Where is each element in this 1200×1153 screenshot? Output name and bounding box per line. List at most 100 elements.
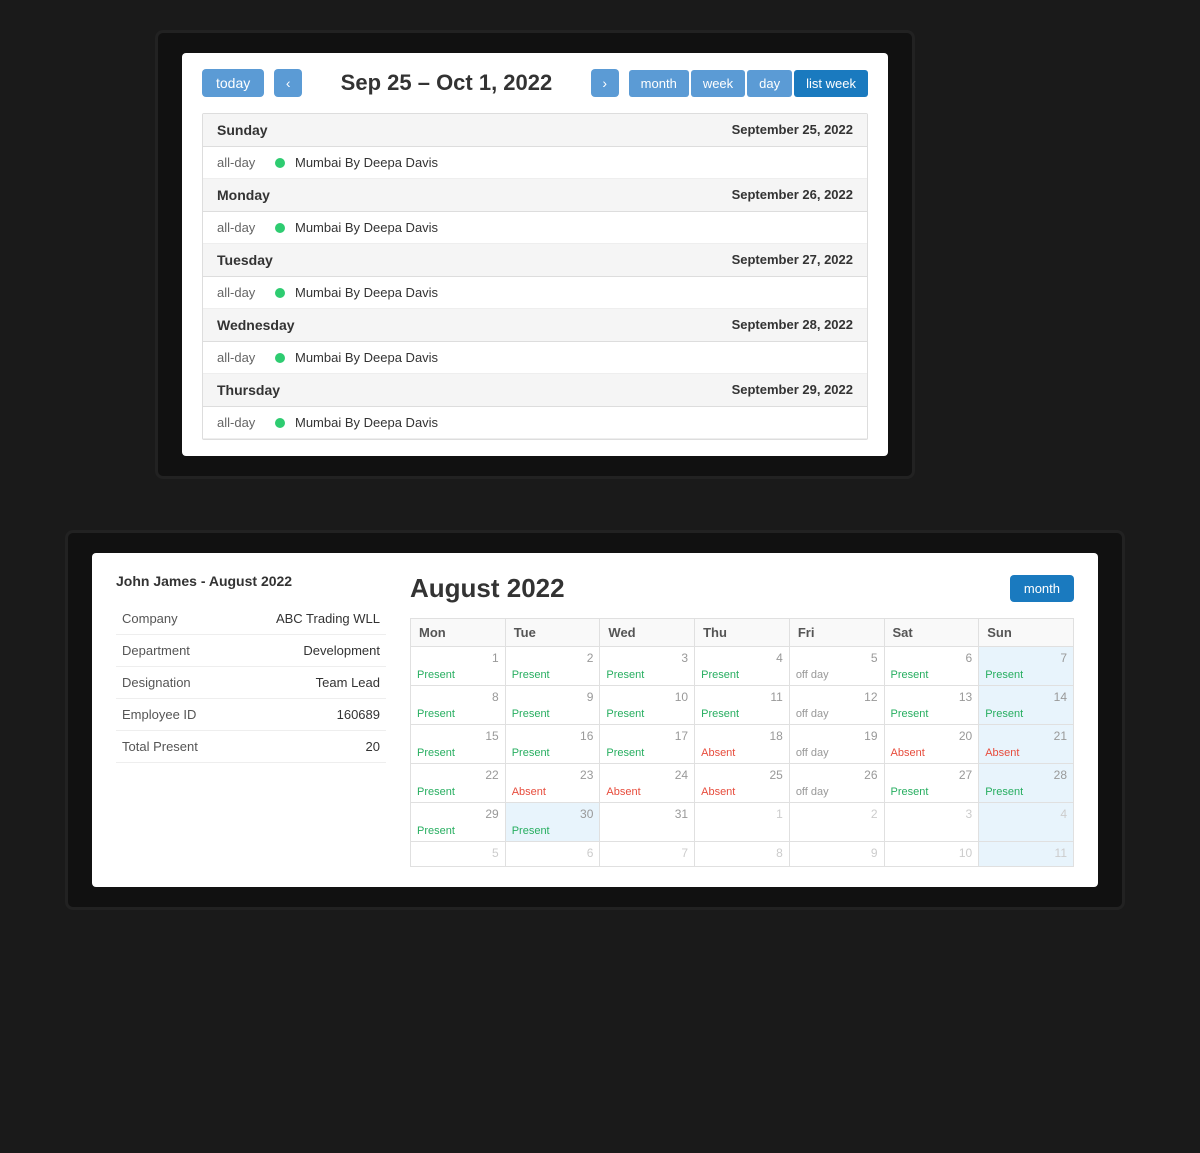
event-title: Mumbai By Deepa Davis	[295, 415, 438, 430]
view-month-button[interactable]: month	[629, 70, 689, 97]
day-date: September 26, 2022	[732, 187, 853, 203]
day-number: 1	[417, 651, 499, 665]
list-calendar: SundaySeptember 25, 2022 all-day Mumbai By…	[202, 113, 868, 440]
calendar-day: 23Absent	[505, 764, 600, 803]
day-number: 11	[701, 690, 783, 704]
day-header: SundaySeptember 25, 2022	[203, 114, 867, 147]
event-row: all-day Mumbai By Deepa Davis	[203, 407, 867, 439]
info-label: Total Present	[116, 731, 232, 763]
week-row: 15Present16Present17Present18Absent19off…	[411, 725, 1074, 764]
day-number: 8	[701, 846, 783, 860]
day-status: Present	[985, 786, 1023, 798]
day-date: September 25, 2022	[732, 122, 853, 138]
calendar-day: 7 Present	[979, 647, 1074, 686]
calendar-day: 28 Present	[979, 764, 1074, 803]
day-number: 2	[512, 651, 594, 665]
info-row: Employee ID160689	[116, 699, 386, 731]
calendar-title: Sep 25 – Oct 1, 2022	[312, 70, 580, 96]
event-row: all-dayMumbai By Deepa Davis	[203, 342, 867, 374]
view-listweek-button[interactable]: list week	[794, 70, 868, 97]
day-status: Present	[606, 708, 644, 720]
day-number: 15	[417, 729, 499, 743]
day-number: 3	[606, 651, 688, 665]
event-title: Mumbai By Deepa Davis	[295, 285, 438, 300]
info-label: Employee ID	[116, 699, 232, 731]
calendar-day: 1	[695, 803, 790, 842]
day-status: Present	[701, 669, 739, 681]
calendar-day: 24Absent	[600, 764, 695, 803]
day-number: 9	[512, 690, 594, 704]
next-button[interactable]: ›	[591, 69, 619, 97]
prev-button[interactable]: ‹	[274, 69, 302, 97]
calendar-day: 5off day	[789, 647, 884, 686]
event-time: all-day	[217, 350, 265, 365]
day-date: September 28, 2022	[732, 317, 853, 333]
day-status: off day	[796, 747, 829, 759]
calendar-day: 21Absent	[979, 725, 1074, 764]
event-row: all-dayMumbai By Deepa Davis	[203, 147, 867, 179]
day-number: 2	[796, 807, 878, 821]
month-view-button[interactable]: month	[1010, 575, 1074, 602]
info-label: Department	[116, 635, 232, 667]
day-number: 12	[796, 690, 878, 704]
calendar-day: 8Present	[411, 686, 506, 725]
day-number: 14	[985, 690, 1067, 704]
calendar-day: 5	[411, 842, 506, 867]
day-status: Present	[891, 708, 929, 720]
day-status: Absent	[701, 786, 735, 798]
day-number: 7	[606, 846, 688, 860]
info-value: Development	[232, 635, 386, 667]
calendar-day: 27Present	[884, 764, 979, 803]
day-header: MondaySeptember 26, 2022	[203, 179, 867, 212]
event-dot-icon	[275, 158, 285, 168]
week-row: 22Present23Absent24Absent 25 Absent 26off d…	[411, 764, 1074, 803]
view-week-button[interactable]: week	[691, 70, 745, 97]
day-number: 28	[985, 768, 1067, 782]
day-number: 13	[891, 690, 973, 704]
day-status: off day	[796, 708, 829, 720]
view-buttons: month week day list week	[629, 70, 868, 97]
day-name: Tuesday	[217, 252, 273, 268]
info-row: DesignationTeam Lead	[116, 667, 386, 699]
calendar-day: 18Absent	[695, 725, 790, 764]
week-row: 8Present 9 Present 10 Present 11 Present 12 off …	[411, 686, 1074, 725]
today-button[interactable]: today	[202, 69, 264, 97]
month-title: August 2022	[410, 573, 565, 604]
day-number: 31	[606, 807, 688, 821]
info-value: 160689	[232, 699, 386, 731]
day-number: 7	[985, 651, 1067, 665]
day-status: Present	[512, 747, 550, 759]
day-status: Present	[512, 669, 550, 681]
calendar-header: today ‹ Sep 25 – Oct 1, 2022 › month wee…	[202, 69, 868, 97]
day-status: Absent	[701, 747, 735, 759]
event-title: Mumbai By Deepa Davis	[295, 220, 438, 235]
info-panel-title: John James - August 2022	[116, 573, 386, 589]
event-time: all-day	[217, 415, 265, 430]
calendar-day: 30Present	[505, 803, 600, 842]
info-value: Team Lead	[232, 667, 386, 699]
calendar-day: 9	[789, 842, 884, 867]
calendar-day: 11 Present	[695, 686, 790, 725]
day-date: September 29, 2022	[732, 382, 853, 398]
calendar-day: 26off day	[789, 764, 884, 803]
day-number: 25	[701, 768, 783, 782]
calendar-day: 8	[695, 842, 790, 867]
day-status: Present	[701, 708, 739, 720]
day-status: Present	[985, 669, 1023, 681]
day-number: 6	[512, 846, 594, 860]
calendar-day: 15 Present	[411, 725, 506, 764]
day-status: Present	[417, 747, 455, 759]
day-date: September 27, 2022	[732, 252, 853, 268]
day-status: Present	[417, 786, 455, 798]
day-number: 11	[985, 846, 1067, 860]
event-row: all-dayMumbai By Deepa Davis	[203, 277, 867, 309]
day-number: 8	[417, 690, 499, 704]
day-number: 5	[417, 846, 499, 860]
view-day-button[interactable]: day	[747, 70, 792, 97]
day-number: 10	[606, 690, 688, 704]
month-grid: MonTueWedThuFriSatSun1Present2Present3Pr…	[410, 618, 1074, 867]
bottom-card-inner: John James - August 2022 CompanyABC Trad…	[92, 553, 1098, 887]
month-calendar-section: August 2022 month MonTueWedThuFriSatSun1…	[410, 573, 1074, 867]
calendar-day: 22Present	[411, 764, 506, 803]
day-of-week-header: Wed	[600, 619, 695, 647]
